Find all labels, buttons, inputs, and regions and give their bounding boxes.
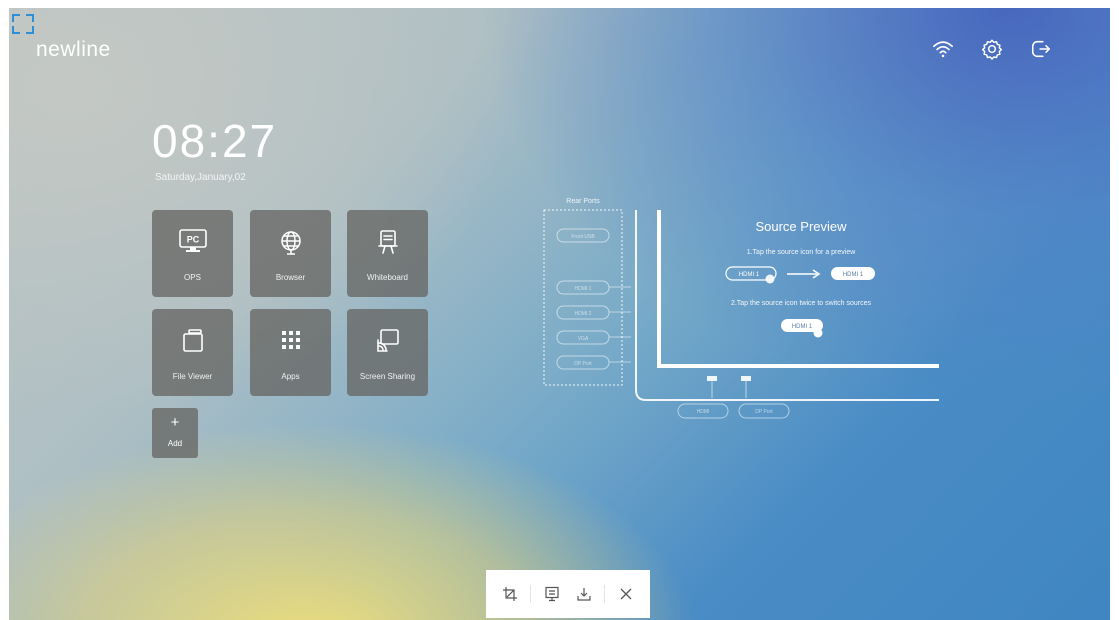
app-tile-screen-sharing[interactable]: Screen Sharing: [347, 309, 428, 396]
crop-icon: [503, 587, 518, 601]
close-icon: [620, 588, 632, 600]
add-label: Add: [167, 439, 183, 448]
download-icon: [577, 588, 591, 601]
clock-date: Saturday,January,02: [155, 172, 246, 183]
front-chip-label: DP Port: [755, 409, 773, 415]
whiteboard-save-icon: [545, 586, 559, 602]
app-tile-apps[interactable]: Apps: [250, 309, 331, 396]
newline-logo: newline: [36, 38, 111, 61]
tile-label: OPS: [184, 273, 201, 282]
source-chip-label: HDMI 1: [843, 272, 864, 278]
app-tile-file-viewer[interactable]: File Viewer: [152, 309, 233, 396]
port-chip-label: Front USB: [571, 234, 595, 240]
app-tile-whiteboard[interactable]: Whiteboard: [347, 210, 428, 297]
globe-icon: [280, 231, 301, 255]
crop-button[interactable]: [498, 582, 522, 606]
tile-label: Screen Sharing: [359, 372, 416, 381]
pc-icon: PC: [178, 229, 207, 252]
source-chip-label: HDMI 1: [792, 324, 813, 330]
port-chip-label: HDMI 2: [575, 311, 592, 317]
svg-text:PC: PC: [186, 235, 199, 245]
front-chip-label: HDMI: [697, 409, 710, 415]
whiteboard-icon: [377, 230, 398, 254]
close-button[interactable]: [614, 582, 638, 606]
folder-icon: [182, 329, 203, 352]
screenshot-toolbar: [486, 570, 650, 618]
app-tile-browser[interactable]: Browser: [250, 210, 331, 297]
tile-label: File Viewer: [172, 372, 213, 381]
exit-icon[interactable]: [1030, 38, 1052, 60]
rear-ports-label: Rear Ports: [566, 198, 600, 205]
screenshot-corner-mark: [12, 14, 34, 34]
screen-share-icon: [376, 329, 399, 352]
step2-text: 2.Tap the source icon twice to switch so…: [731, 300, 872, 307]
apps-grid-icon: [281, 331, 300, 349]
add-app-button[interactable]: + Add: [152, 408, 198, 458]
port-chip-label: VGA: [578, 336, 589, 342]
clock-time: 08:27: [152, 115, 278, 167]
tile-label: Apps: [281, 372, 300, 381]
toolbar-divider: [604, 585, 606, 603]
source-preview-guide: Rear Ports Front USB HDMI 1 HDMI 2 VGA D…: [539, 193, 969, 433]
tile-label: Whiteboard: [367, 273, 408, 282]
download-button[interactable]: [572, 582, 596, 606]
desktop-screen: newline 08:27 Saturday,January,02 PC OPS: [9, 8, 1110, 620]
step1-text: 1.Tap the source icon for a preview: [747, 249, 857, 256]
source-preview-title: Source Preview: [755, 219, 847, 234]
tile-label: Browser: [275, 273, 306, 282]
port-chip-label: DP Port: [574, 361, 592, 367]
app-tile-ops[interactable]: PC OPS: [152, 210, 233, 297]
toolbar-divider: [530, 585, 532, 603]
plus-icon: +: [170, 414, 180, 431]
save-to-whiteboard-button[interactable]: [540, 582, 564, 606]
wifi-icon[interactable]: [932, 38, 954, 60]
source-chip-label: HDMI 1: [739, 272, 760, 278]
port-chip-label: HDMI 1: [575, 286, 592, 292]
settings-gear-icon[interactable]: [981, 38, 1003, 60]
status-icons: [932, 38, 1052, 60]
